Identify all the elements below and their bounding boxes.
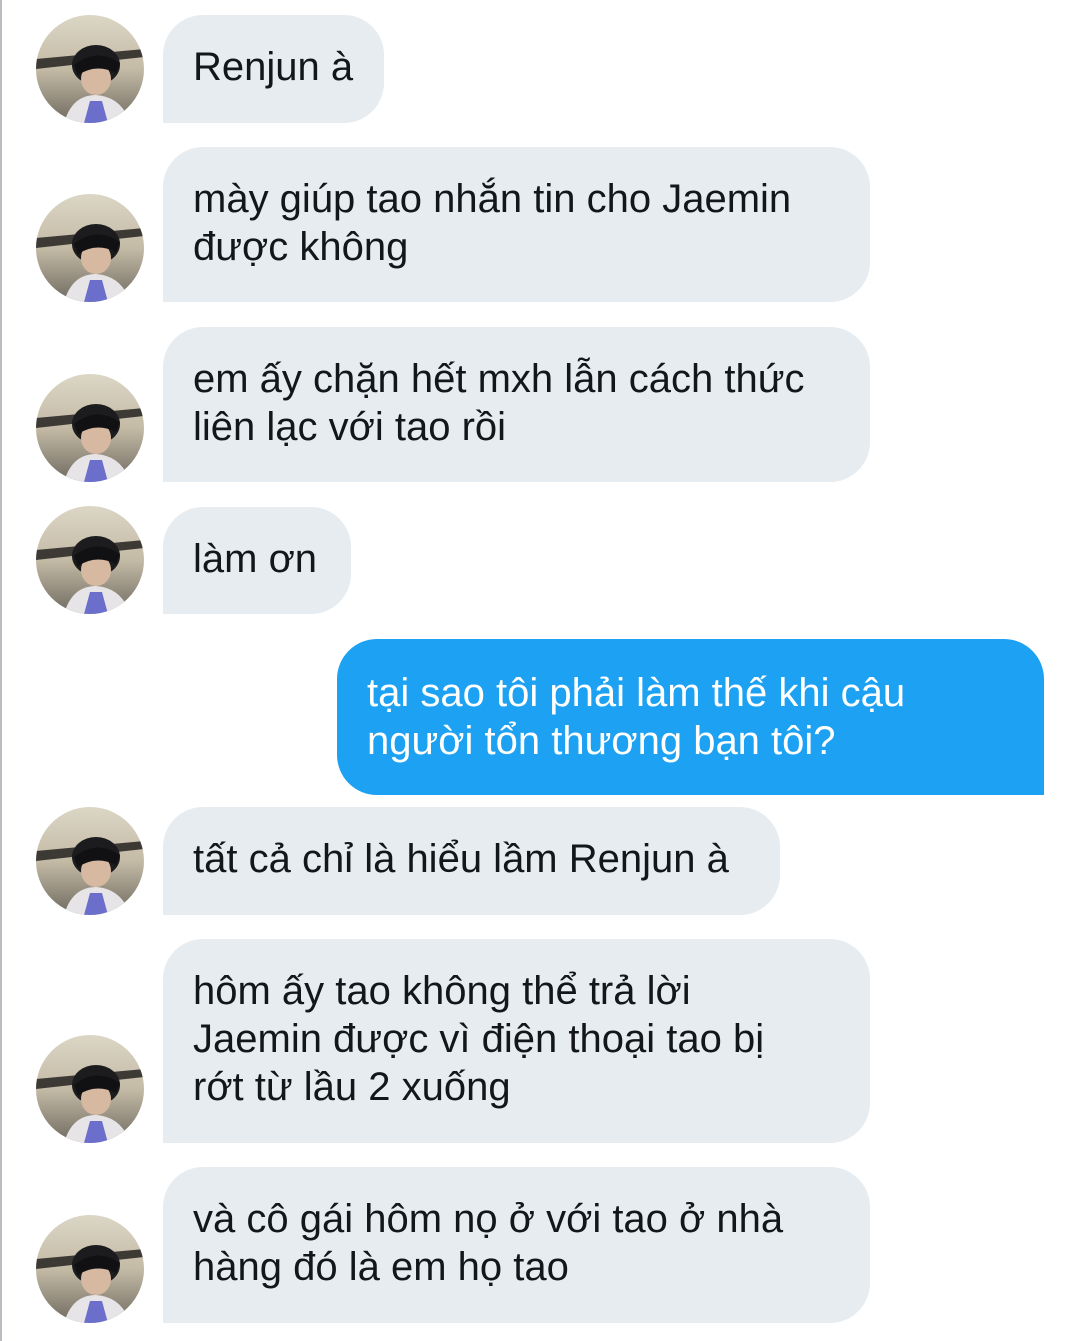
message-bubble[interactable]: làm ơn bbox=[163, 507, 351, 614]
contact-avatar[interactable] bbox=[36, 1215, 144, 1323]
message-bubble[interactable]: hôm ấy tao không thể trả lời Jaemin được… bbox=[163, 939, 870, 1143]
avatar-photo-icon bbox=[36, 1035, 144, 1143]
contact-avatar[interactable] bbox=[36, 374, 144, 482]
left-edge-divider bbox=[0, 0, 2, 1341]
message-bubble[interactable]: Renjun à bbox=[163, 15, 384, 123]
contact-avatar[interactable] bbox=[36, 194, 144, 302]
contact-avatar[interactable] bbox=[36, 506, 144, 614]
message-bubble[interactable]: em ấy chặn hết mxh lẫn cách thức liên lạ… bbox=[163, 327, 870, 482]
contact-avatar[interactable] bbox=[36, 807, 144, 915]
avatar-photo-icon bbox=[36, 506, 144, 614]
avatar-photo-icon bbox=[36, 807, 144, 915]
contact-avatar[interactable] bbox=[36, 15, 144, 123]
message-bubble[interactable]: tất cả chỉ là hiểu lầm Renjun à bbox=[163, 807, 780, 915]
message-bubble[interactable]: mày giúp tao nhắn tin cho Jaemin được kh… bbox=[163, 147, 870, 302]
message-bubble[interactable]: tại sao tôi phải làm thế khi cậu người t… bbox=[337, 639, 1044, 795]
contact-avatar[interactable] bbox=[36, 1035, 144, 1143]
avatar-photo-icon bbox=[36, 374, 144, 482]
avatar-photo-icon bbox=[36, 15, 144, 123]
avatar-photo-icon bbox=[36, 1215, 144, 1323]
message-bubble[interactable]: và cô gái hôm nọ ở với tao ở nhà hàng đó… bbox=[163, 1167, 870, 1323]
avatar-photo-icon bbox=[36, 194, 144, 302]
